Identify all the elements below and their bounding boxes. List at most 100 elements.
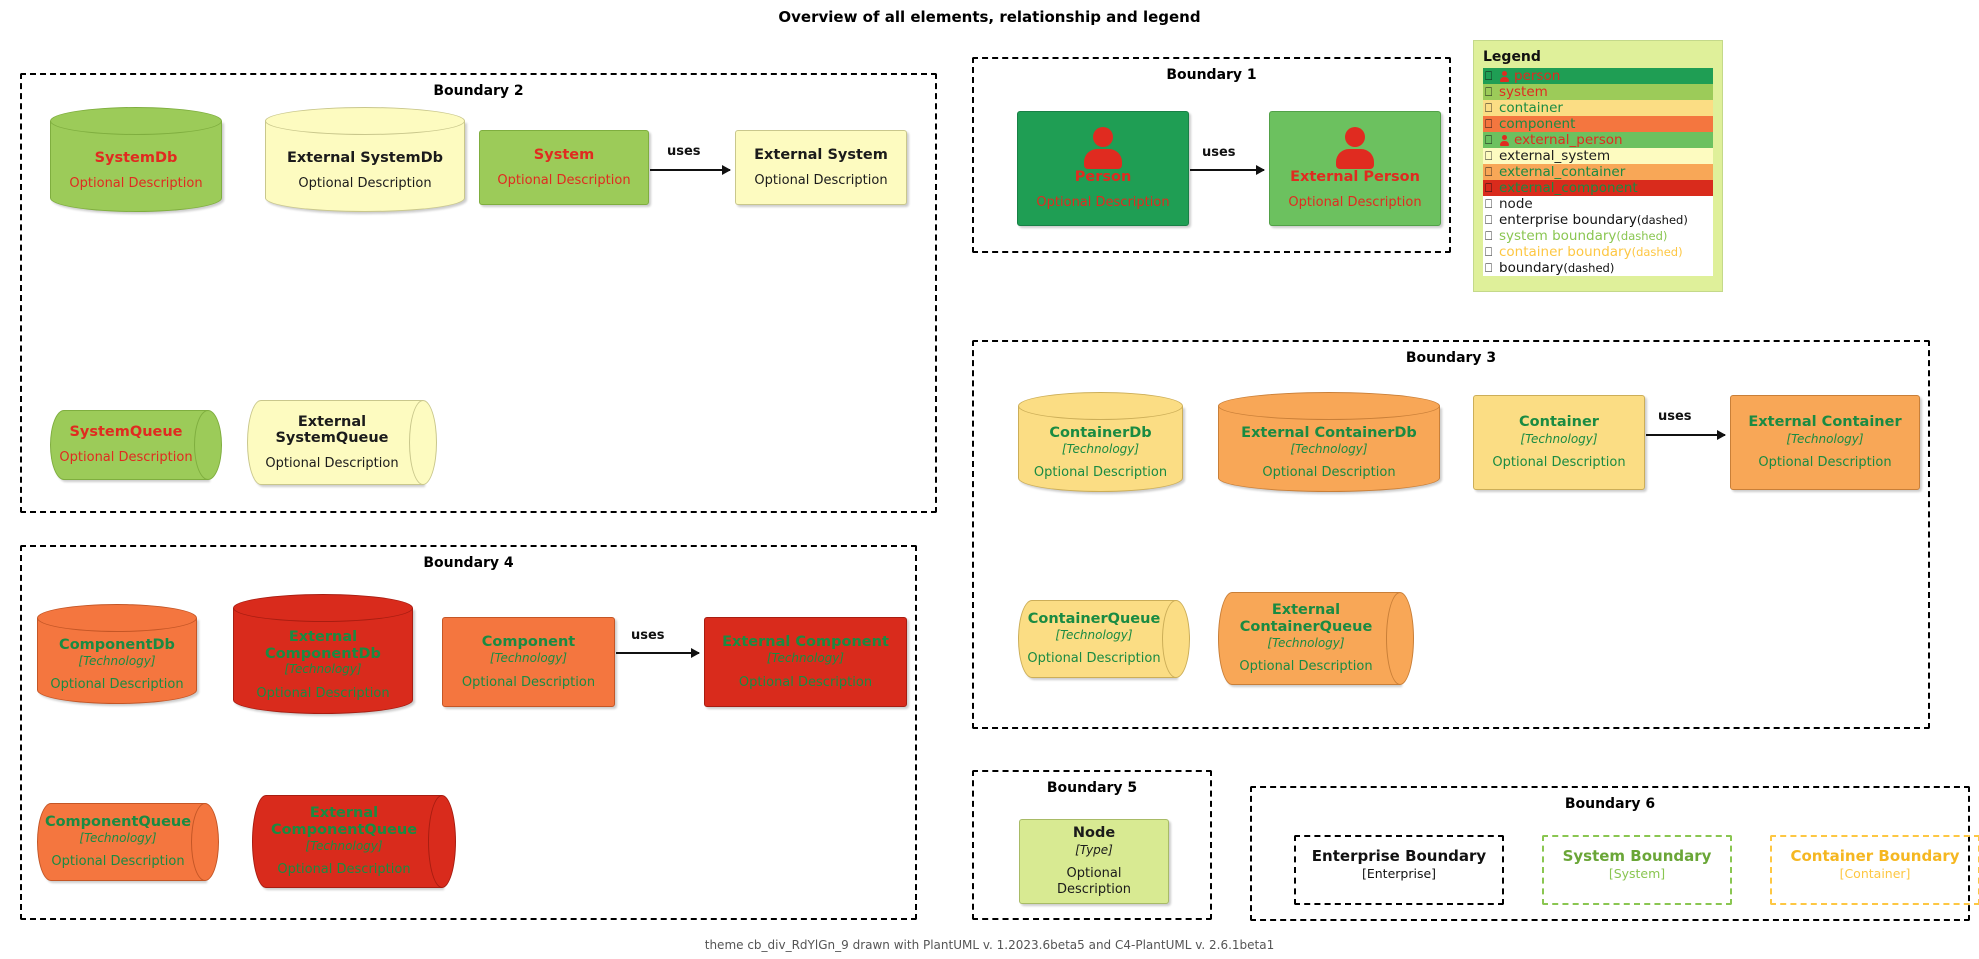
element-name: External Component <box>722 633 889 650</box>
element-description: Optional Description <box>1036 194 1170 210</box>
relationship-person-uses-external-person <box>1190 165 1265 175</box>
db-text: External ComponentDb [Technology] Option… <box>233 620 413 710</box>
boundary-2: Boundary 2 SystemDb Optional Description… <box>20 73 937 513</box>
element-name-line2: SystemQueue <box>275 430 389 447</box>
element-name: ContainerDb <box>1049 425 1152 442</box>
legend-item-suffix: (dashed) <box>1636 213 1688 227</box>
element-name-line2: ContainerQueue <box>1239 619 1373 635</box>
element-component-db[interactable]: ComponentDb [Technology] Optional Descri… <box>37 604 197 704</box>
element-name: SystemDb <box>94 149 178 166</box>
boundary-3-title: Boundary 3 <box>1405 350 1497 366</box>
relationship-label: uses <box>667 144 701 159</box>
legend-item-container: ⎕ container <box>1483 100 1713 116</box>
element-system-queue[interactable]: SystemQueue Optional Description <box>50 410 222 480</box>
queue-text: External ContainerQueue [Technology] Opt… <box>1222 594 1390 683</box>
element-name: ContainerQueue <box>1027 611 1161 628</box>
person-icon <box>1499 134 1510 146</box>
legend-swatch-icon: ⎕ <box>1485 149 1493 163</box>
element-external-container-queue[interactable]: External ContainerQueue [Technology] Opt… <box>1218 592 1414 685</box>
element-description: Optional Description <box>1262 465 1396 481</box>
person-head <box>1093 126 1113 147</box>
nested-boundary-name: Enterprise Boundary <box>1311 847 1487 865</box>
legend-title: Legend <box>1483 49 1541 65</box>
element-external-system-db[interactable]: External SystemDb Optional Description <box>265 107 465 212</box>
legend-swatch-icon: ⎕ <box>1485 261 1493 275</box>
element-external-component[interactable]: External Component [Technology] Optional… <box>704 617 907 707</box>
element-technology: [Technology] <box>79 830 157 845</box>
element-name: Container <box>1519 414 1599 431</box>
element-technology: [Technology] <box>1786 431 1864 446</box>
arrow-head-icon <box>722 165 731 175</box>
element-technology: [Technology] <box>1520 431 1598 446</box>
element-external-container-db[interactable]: External ContainerDb [Technology] Option… <box>1218 392 1440 492</box>
element-system[interactable]: System Optional Description <box>479 130 649 205</box>
element-technology: [Technology] <box>1061 441 1140 456</box>
db-text: SystemDb Optional Description <box>50 133 222 208</box>
element-description: Optional Description <box>59 450 193 466</box>
nested-boundary-name: Container Boundary <box>1790 847 1960 865</box>
relationship-label: uses <box>631 628 665 643</box>
element-external-system-queue[interactable]: External SystemQueue Optional Descriptio… <box>247 400 437 485</box>
legend-item-suffix: (dashed) <box>1616 229 1668 243</box>
legend-swatch-icon: ⎕ <box>1485 101 1493 115</box>
boundary-4-title: Boundary 4 <box>423 555 514 571</box>
element-container-queue[interactable]: ContainerQueue [Technology] Optional Des… <box>1018 600 1190 678</box>
legend-swatch-icon: ⎕ <box>1485 213 1493 227</box>
legend-swatch-icon: ⎕ <box>1485 85 1493 99</box>
legend-item-external-container: ⎕ external_container <box>1483 164 1713 180</box>
element-person[interactable]: Person Optional Description <box>1017 111 1189 226</box>
element-description: Optional Description <box>256 685 390 701</box>
element-description: Optional Description <box>298 175 432 191</box>
boundary-2-title: Boundary 2 <box>433 83 524 99</box>
boundary-6-title: Boundary 6 <box>1564 796 1656 812</box>
element-name: Person <box>1074 168 1132 185</box>
element-name: External Person <box>1290 168 1420 185</box>
legend-item-enterprise-boundary: ⎕ enterprise boundary (dashed) <box>1483 212 1713 228</box>
element-node[interactable]: Node [Type] Optional Description <box>1019 819 1169 904</box>
element-name: External ContainerDb <box>1241 425 1417 442</box>
element-description: Optional Description <box>69 175 203 191</box>
legend-item-boundary: ⎕ boundary (dashed) <box>1483 260 1713 276</box>
element-description: Optional Description <box>1033 465 1168 481</box>
element-external-person[interactable]: External Person Optional Description <box>1269 111 1441 226</box>
element-system-db[interactable]: SystemDb Optional Description <box>50 107 222 212</box>
queue-cap <box>428 795 456 888</box>
footer-credits: theme cb_div_RdYlGn_9 drawn with PlantUM… <box>704 938 1275 952</box>
element-technology: [Technology] <box>78 653 156 668</box>
element-name: External SystemDb <box>286 149 444 166</box>
legend-item-external-person: ⎕ external_person <box>1483 132 1713 148</box>
legend-item-label: system <box>1499 84 1548 100</box>
element-external-system[interactable]: External System Optional Description <box>735 130 907 205</box>
queue-text: ContainerQueue [Technology] Optional Des… <box>1022 602 1166 676</box>
legend-swatch-icon: ⎕ <box>1485 165 1493 179</box>
element-description: Optional Description <box>1239 659 1373 675</box>
element-description: Optional Description <box>754 172 888 188</box>
element-description: Optional Description <box>1027 651 1161 667</box>
element-description: Optional Description <box>1056 866 1132 898</box>
arrow-head-icon <box>691 648 700 658</box>
relationship-container-uses-external-container <box>1646 430 1726 440</box>
legend-item-container-boundary: ⎕ container boundary (dashed) <box>1483 244 1713 260</box>
legend-item-label: container boundary <box>1499 244 1632 260</box>
element-container[interactable]: Container [Technology] Optional Descript… <box>1473 395 1645 490</box>
element-external-container[interactable]: External Container [Technology] Optional… <box>1730 395 1920 490</box>
element-container-db[interactable]: ContainerDb [Technology] Optional Descri… <box>1018 392 1183 492</box>
queue-text: External SystemQueue Optional Descriptio… <box>251 402 413 483</box>
legend-item-external-component: ⎕ external_component <box>1483 180 1713 196</box>
legend-swatch-icon: ⎕ <box>1485 133 1493 147</box>
element-description: Optional Description <box>1492 455 1626 471</box>
element-external-component-db[interactable]: External ComponentDb [Technology] Option… <box>233 594 413 714</box>
legend-item-label: container <box>1499 100 1563 116</box>
person-icon <box>1332 126 1378 169</box>
element-external-component-queue[interactable]: External ComponentQueue [Technology] Opt… <box>252 795 456 888</box>
element-component[interactable]: Component [Technology] Optional Descript… <box>442 617 615 707</box>
nested-container-boundary: Container Boundary [Container] <box>1770 835 1979 905</box>
element-description: Optional Description <box>277 862 411 878</box>
legend-item-label: node <box>1499 196 1533 212</box>
element-name: System <box>533 146 595 163</box>
db-text: ComponentDb [Technology] Optional Descri… <box>37 630 197 700</box>
element-component-queue[interactable]: ComponentQueue [Technology] Optional Des… <box>37 803 219 881</box>
element-name-line1: External <box>297 413 367 430</box>
element-name: Node <box>1072 825 1116 842</box>
element-name: ComponentDb <box>59 637 175 654</box>
